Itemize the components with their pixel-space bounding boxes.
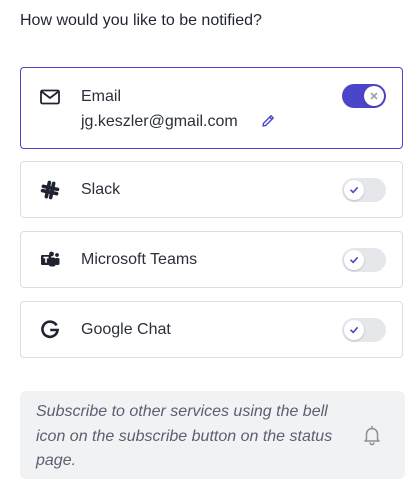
toggle-knob	[344, 250, 364, 270]
slack-icon	[39, 179, 61, 201]
page-title: How would you like to be notified?	[20, 12, 262, 29]
channel-card-google-chat[interactable]: Google Chat	[20, 301, 403, 358]
envelope-icon	[39, 86, 61, 108]
bell-icon[interactable]	[361, 424, 383, 446]
toggle-knob	[344, 320, 364, 340]
channel-label: Email	[81, 88, 122, 105]
email-toggle[interactable]	[342, 84, 386, 108]
notification-settings: How would you like to be notified? Email…	[0, 0, 413, 486]
channel-label: Google Chat	[81, 321, 171, 338]
channel-card-email[interactable]: Email jg.keszler@gmail.com	[20, 67, 403, 149]
toggle-knob	[344, 180, 364, 200]
toggle-knob	[364, 86, 384, 106]
check-icon	[350, 186, 358, 194]
slack-toggle[interactable]	[342, 178, 386, 202]
channel-card-slack[interactable]: Slack	[20, 161, 403, 218]
microsoft-teams-toggle[interactable]	[342, 248, 386, 272]
check-icon	[350, 256, 358, 264]
google-chat-toggle[interactable]	[342, 318, 386, 342]
channel-label: Slack	[81, 181, 121, 198]
channel-label: Microsoft Teams	[81, 251, 198, 268]
email-address: jg.keszler@gmail.com	[81, 113, 238, 130]
check-icon	[350, 326, 358, 334]
info-text: Subscribe to other services using the be…	[36, 403, 333, 469]
pencil-icon[interactable]	[260, 113, 276, 129]
google-icon	[39, 319, 61, 341]
close-icon	[370, 92, 378, 100]
info-box: Subscribe to other services using the be…	[20, 391, 405, 479]
channel-card-microsoft-teams[interactable]: Microsoft Teams	[20, 231, 403, 288]
microsoft-teams-icon	[39, 249, 61, 271]
